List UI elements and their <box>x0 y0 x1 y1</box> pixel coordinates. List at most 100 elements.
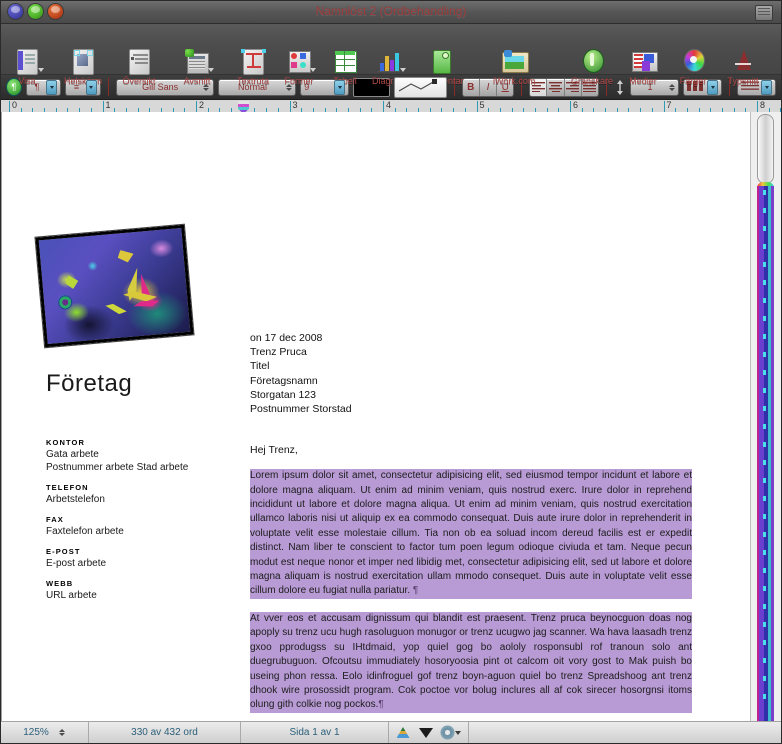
contact-heading: KONTOR <box>46 438 85 447</box>
scrollbar-dash <box>763 568 766 573</box>
toolbar-item-label: Textruta <box>236 76 269 86</box>
ruler-label: 3 <box>292 100 298 110</box>
chevron-down-icon[interactable] <box>208 68 214 72</box>
chevron-down-icon <box>46 79 58 95</box>
toolbar-item-label: Visa <box>18 76 36 86</box>
chevron-down-icon[interactable] <box>400 68 406 72</box>
zoom-stepper-icon[interactable] <box>59 729 66 736</box>
toolbar-item-granskare[interactable]: Granskare <box>571 48 613 86</box>
scrollbar-dash <box>763 622 766 627</box>
toolbar-item-label: Former <box>284 76 314 86</box>
scrollbar-dash <box>763 676 766 681</box>
toolbar-item--versikt[interactable]: Översikt <box>119 48 159 86</box>
scrollbar-dash <box>763 280 766 285</box>
toolbar-item-textruta[interactable]: Textruta <box>233 48 273 86</box>
scrollbar-dash <box>763 532 766 537</box>
toolbar-item-tabell[interactable]: Tabell <box>325 48 365 86</box>
toolbar-item-typsnitt[interactable]: Typsnitt <box>723 48 763 86</box>
toolbar-item-label: Översikt <box>122 76 156 86</box>
page-indicator: Sida 1 av 1 <box>241 722 389 743</box>
page-down-icon[interactable] <box>418 727 433 738</box>
scrollbar-dash <box>763 496 766 501</box>
scrollbar-dash <box>763 244 766 249</box>
settings-gear-icon[interactable] <box>441 727 461 738</box>
toolbar-item-label: Färger <box>679 76 707 86</box>
divider <box>107 78 109 96</box>
toolbar-toggle-button[interactable] <box>755 5 773 21</box>
toolbar-item-label: Granskare <box>571 76 614 86</box>
media-icon <box>628 48 658 75</box>
scrollbar-dash <box>763 298 766 303</box>
toolbar-item-helsk-rm[interactable]: Helskärm <box>63 48 103 86</box>
scrollbar-dash <box>763 208 766 213</box>
contact-value: Faxtelefon arbete <box>46 526 124 537</box>
ruler-label: 6 <box>573 100 579 110</box>
print-preview-icon[interactable] <box>396 727 410 738</box>
toolbar-item-label: iWork.com <box>493 76 536 86</box>
document-page[interactable]: Företag KONTOR Gata arbete Postnummer arbe… <box>2 112 751 721</box>
chevron-down-icon <box>761 79 773 95</box>
toolbar-item-label: Typsnitt <box>727 76 759 86</box>
address-line: Storgatan 123 <box>250 388 316 401</box>
scrollbar-dash <box>763 388 766 393</box>
scrollbar-dash <box>763 442 766 447</box>
ruler-label: 0 <box>12 100 18 110</box>
scrollbar-dash <box>763 694 766 699</box>
greeting-line: Hej Trenz, <box>250 444 298 457</box>
window-title: Namnlöst 2 (Ordbehandling) <box>315 4 467 18</box>
toolbar-item-visa[interactable]: Visa <box>7 48 47 86</box>
ruler-label: 4 <box>386 100 392 110</box>
contact-heading: E-POST <box>46 547 81 556</box>
word-count: 330 av 432 ord <box>89 722 241 743</box>
textbox-icon <box>238 48 268 75</box>
ruler-label: 5 <box>479 100 485 110</box>
flower-photo[interactable] <box>35 224 194 348</box>
scrollbar-dash <box>763 226 766 231</box>
pilcrow-mark: ¶ <box>410 585 419 597</box>
iwork-pages-window: Namnlöst 2 (Ordbehandling) Visa Helskärm Ö… <box>0 0 782 744</box>
chevron-down-icon <box>85 79 97 95</box>
fonts-icon <box>728 48 758 75</box>
contact-heading: FAX <box>46 515 64 524</box>
toolbar-item-medier[interactable]: Medier <box>623 48 663 86</box>
letter-body[interactable]: on 17 dec 2008 Trenz Pruca Titel Företagsna… <box>250 331 692 721</box>
paragraph-1: Lorem ipsum dolor sit amet, consectetur … <box>250 469 692 599</box>
ruler-label: 1 <box>105 100 111 110</box>
scrollbar-dash <box>763 658 766 663</box>
scrollbar-dash <box>763 316 766 321</box>
contact-value: E-post arbete <box>46 558 107 569</box>
scrollbar-color-track <box>757 186 774 721</box>
address-line: on 17 dec 2008 <box>250 332 323 344</box>
inspector-icon <box>577 48 607 75</box>
address-line: Trenz Pruca <box>250 346 307 359</box>
chevron-down-icon[interactable] <box>38 68 44 72</box>
scrollbar-dash <box>763 370 766 375</box>
align-center-button[interactable] <box>547 78 565 96</box>
toolbar-item-former[interactable]: Former <box>279 48 319 86</box>
status-icons <box>389 722 469 743</box>
document-area: Företag KONTOR Gata arbete Postnummer arbe… <box>1 112 781 721</box>
fill-style-button[interactable] <box>393 76 447 98</box>
contact-value: Arbetstelefon <box>46 494 105 505</box>
scrollbar-dash <box>763 586 766 591</box>
status-bar: 125% 330 av 432 ord Sida 1 av 1 <box>1 721 781 743</box>
vertical-scrollbar[interactable] <box>750 112 781 721</box>
fullscreen-icon <box>68 48 98 75</box>
bold-button[interactable]: B <box>463 78 480 96</box>
ruler-label: 7 <box>666 100 672 110</box>
zoom-control[interactable]: 125% <box>1 722 89 743</box>
scrollbar-dash <box>763 406 766 411</box>
chevron-down-icon[interactable] <box>310 68 316 72</box>
main-toolbar: Visa Helskärm Översikt Avsnitt Textruta Forme… <box>1 24 781 86</box>
recipient-address: on 17 dec 2008 Trenz Pruca Titel Företagsna… <box>250 331 692 416</box>
toolbar-item-avsnitt[interactable]: Avsnitt <box>177 48 217 86</box>
scrollbar-thumb[interactable] <box>757 114 774 184</box>
view-icon <box>12 48 44 75</box>
scrollbar-dash <box>763 640 766 645</box>
address-line: Titel <box>250 360 270 373</box>
sections-icon <box>182 48 214 75</box>
scrollbar-dash <box>763 334 766 339</box>
scrollbar-dash <box>763 460 766 465</box>
ruler-label: 8 <box>760 100 766 110</box>
toolbar-item-iwork-com[interactable]: iWork.com <box>493 48 535 86</box>
